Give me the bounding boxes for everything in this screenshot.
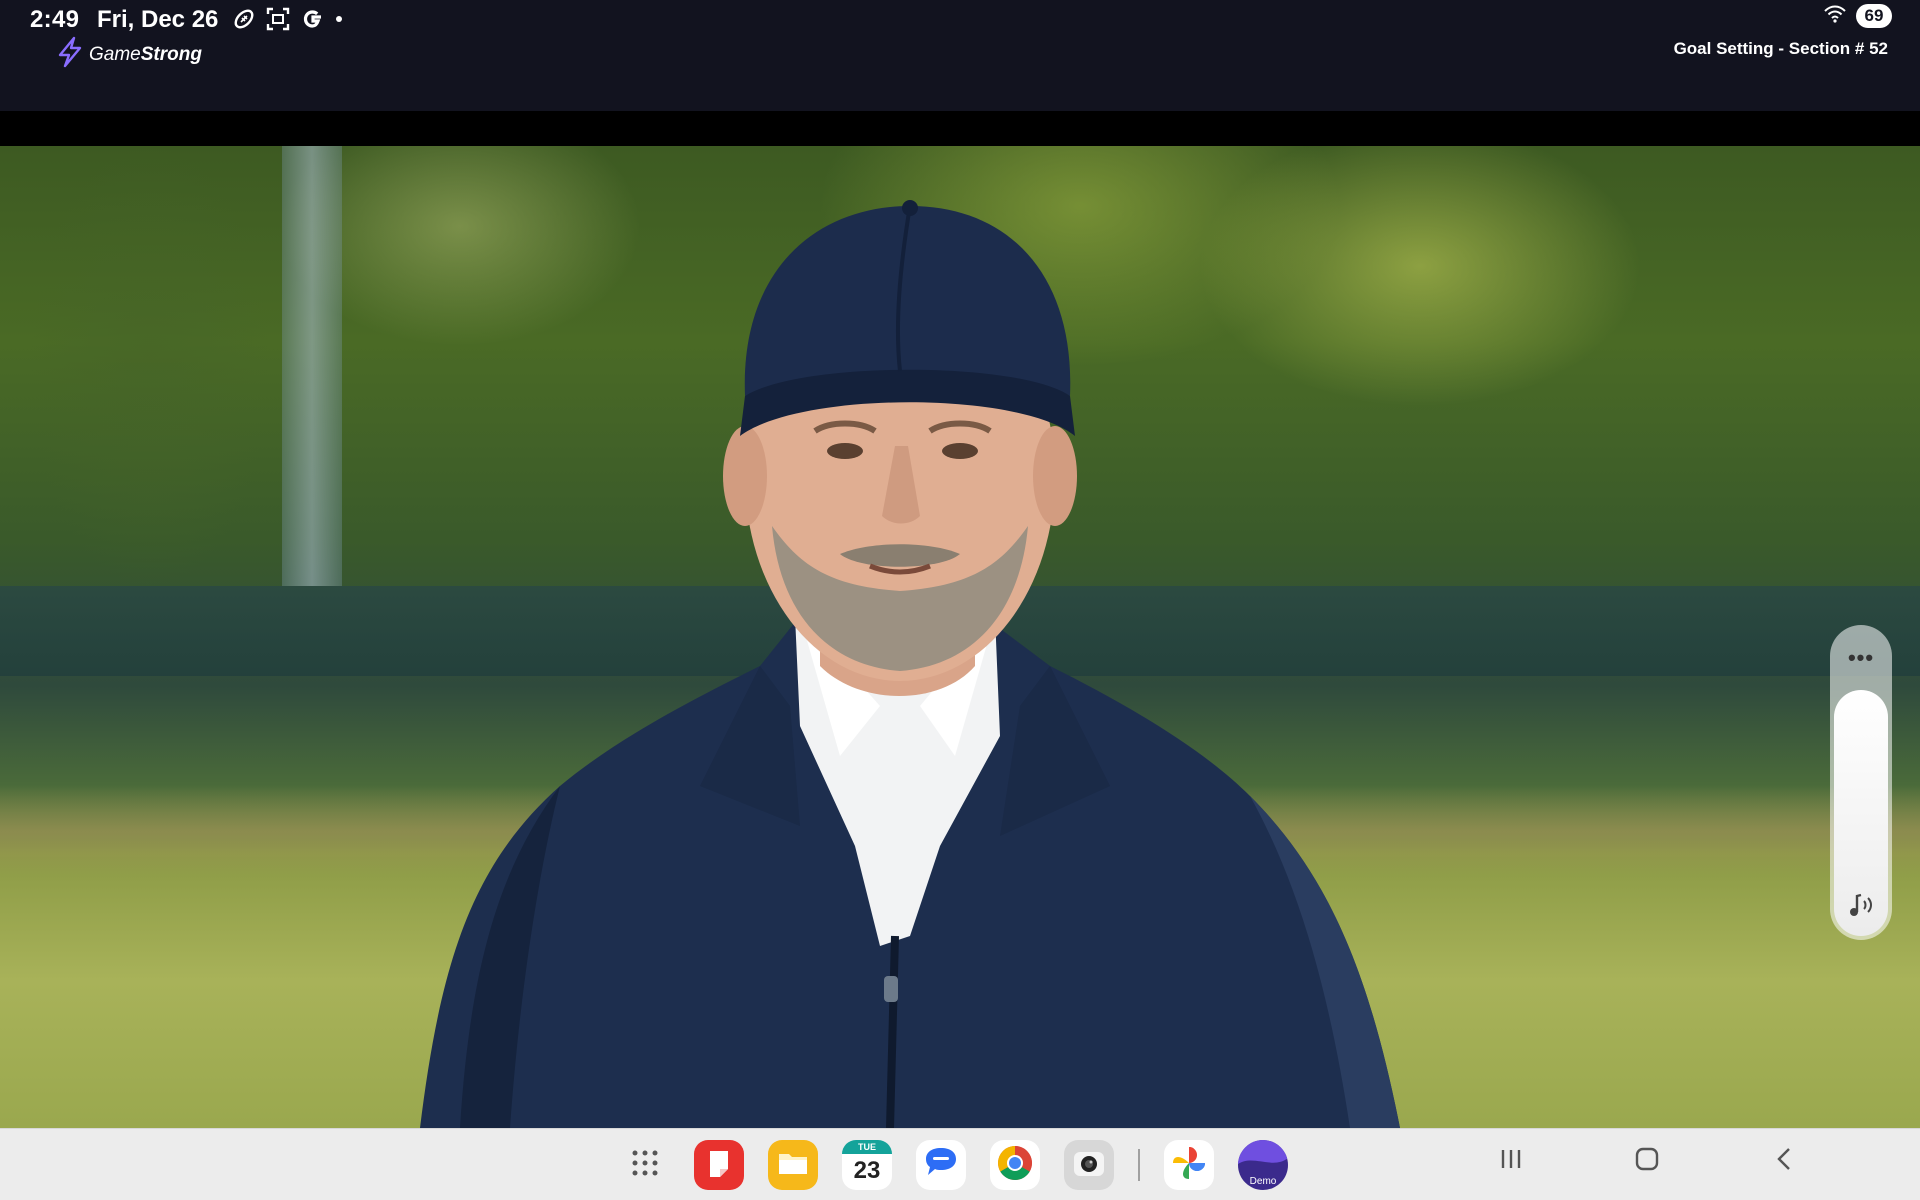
recents-icon (1497, 1150, 1525, 1177)
brand-prefix: Game (89, 43, 141, 65)
recents-button[interactable] (1497, 1145, 1525, 1178)
lightning-bolt-icon (55, 36, 85, 73)
video-player[interactable]: ••• (0, 146, 1920, 1128)
camera-app[interactable] (1064, 1140, 1114, 1190)
demo-app[interactable]: Demo (1238, 1140, 1288, 1190)
volume-slider[interactable]: ••• (1830, 625, 1892, 940)
battery-indicator: 69 (1856, 4, 1892, 28)
home-icon (1633, 1147, 1661, 1177)
camera-icon (1071, 1146, 1107, 1185)
notes-app[interactable] (694, 1140, 744, 1190)
app-dock: TUE 23 Demo (620, 1140, 1312, 1190)
status-right: 69 (1824, 4, 1892, 28)
volume-more-button[interactable]: ••• (1830, 645, 1892, 671)
brand-name: GameStrong (89, 44, 202, 66)
dot-icon (335, 15, 343, 23)
video-background-pole (282, 146, 342, 586)
grid-icon (630, 1148, 660, 1183)
pinwheel-icon (1169, 1143, 1209, 1188)
calendar-icon: TUE 23 (842, 1140, 892, 1190)
calendar-app[interactable]: TUE 23 (842, 1140, 892, 1190)
demo-app-label: Demo (1249, 1176, 1277, 1187)
chrome-app[interactable] (990, 1140, 1040, 1190)
google-icon (300, 6, 326, 32)
back-icon (1771, 1148, 1799, 1177)
files-app[interactable] (768, 1140, 818, 1190)
home-button[interactable] (1633, 1145, 1661, 1178)
photos-app[interactable] (1164, 1140, 1214, 1190)
section-title: Goal Setting - Section # 52 (1673, 39, 1888, 58)
notification-icons (232, 5, 343, 33)
app-header: 2:49 Fri, Dec 26 69 GameStrong Goal Sett… (0, 0, 1920, 111)
taskbar: TUE 23 Demo (0, 1128, 1920, 1200)
calendar-day-number: 23 (853, 1157, 881, 1184)
chrome-icon (996, 1144, 1034, 1187)
back-button[interactable] (1771, 1145, 1799, 1178)
screenshot-icon (265, 6, 291, 32)
football-icon (232, 7, 256, 31)
folder-icon (777, 1150, 809, 1181)
calendar-day-label: TUE (842, 1140, 892, 1154)
status-date: Fri, Dec 26 (97, 6, 219, 33)
app-drawer-button[interactable] (620, 1140, 670, 1190)
messages-app[interactable] (916, 1140, 966, 1190)
wifi-icon (1824, 5, 1846, 28)
coach-figure (400, 146, 1520, 1128)
brand-suffix: Strong (140, 43, 202, 65)
dock-divider (1138, 1149, 1140, 1181)
chat-bubble-icon (922, 1145, 960, 1186)
brand-logo[interactable]: GameStrong (55, 36, 202, 73)
music-note-volume-icon (1847, 890, 1877, 925)
status-time: 2:49 (30, 6, 80, 33)
notes-icon (704, 1147, 734, 1184)
